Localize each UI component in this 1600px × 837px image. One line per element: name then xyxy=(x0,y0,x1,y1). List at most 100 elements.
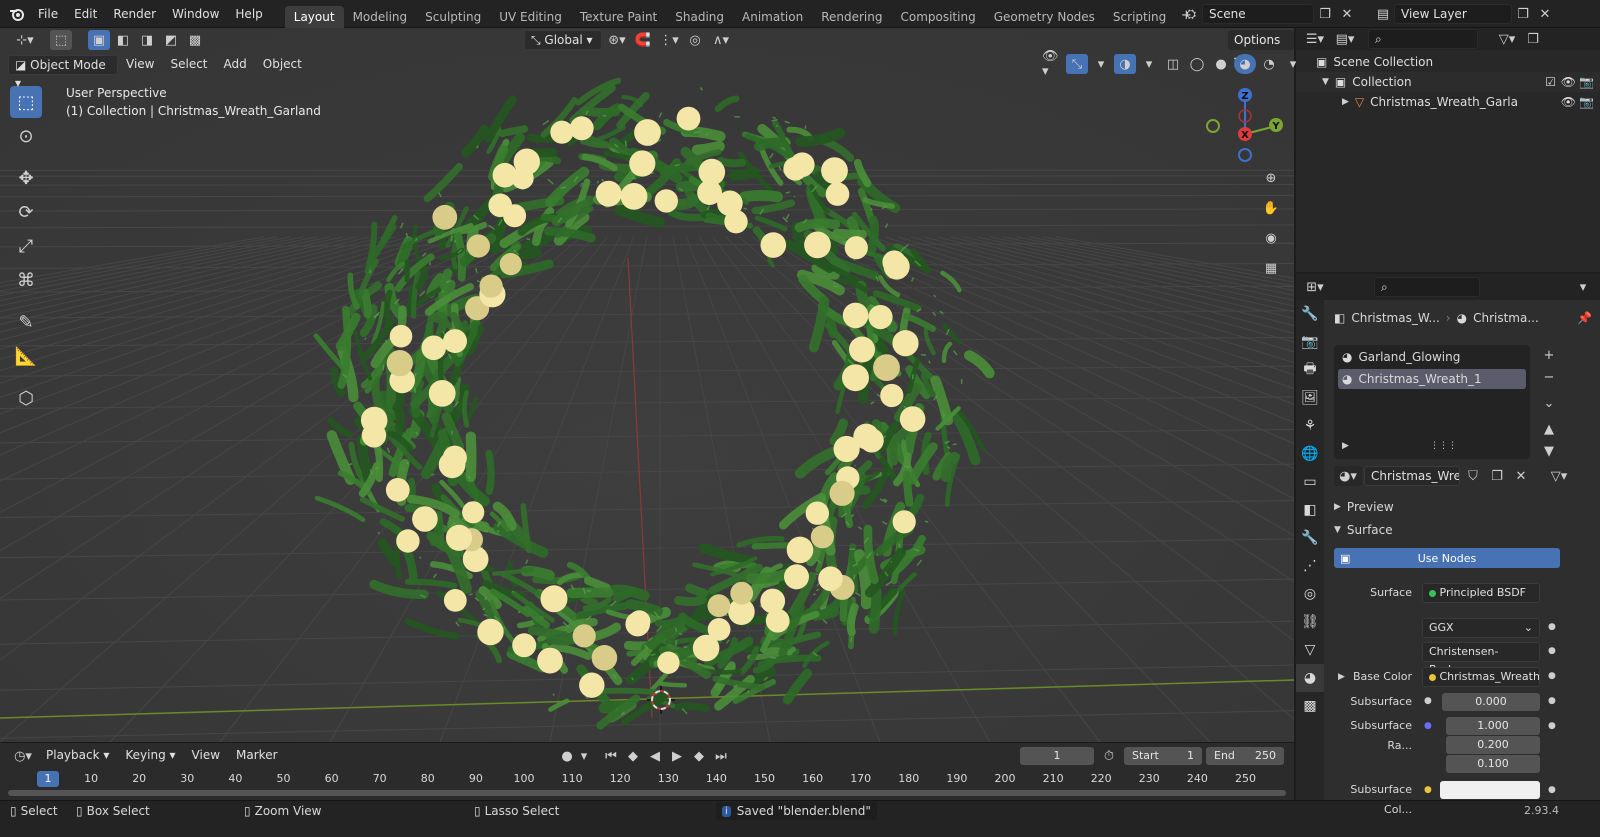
jump-end-icon[interactable]: ⏭ xyxy=(710,746,732,766)
texture-tab-icon[interactable]: ▩ xyxy=(1296,692,1324,720)
play-reverse-icon[interactable]: ◀ xyxy=(644,746,666,766)
viewport-menu-add[interactable]: Add xyxy=(216,51,255,79)
tab-scripting[interactable]: Scripting xyxy=(1104,6,1175,28)
collection-camera-icon[interactable]: 📷 xyxy=(1579,72,1594,92)
viewport-menu-select[interactable]: Select xyxy=(162,51,215,79)
slot-specials-icon[interactable]: ⌄ xyxy=(1538,393,1560,413)
gizmo-toggle-icon[interactable]: ⤡ xyxy=(1066,54,1088,74)
base-color-field[interactable]: Christmas_Wreath... xyxy=(1422,667,1540,687)
tab-layout[interactable]: Layout xyxy=(284,5,344,28)
tab-compositing[interactable]: Compositing xyxy=(891,6,984,28)
tab-animation[interactable]: Animation xyxy=(733,6,812,28)
add-slot-icon[interactable]: + xyxy=(1538,345,1560,365)
constraints-tab-icon[interactable]: ⛓ xyxy=(1296,608,1324,636)
subsurface-color-swatch[interactable] xyxy=(1440,781,1540,799)
outliner-scene-collection[interactable]: ▣ Scene Collection xyxy=(1296,52,1600,72)
material-link-icon[interactable]: ▽▾ xyxy=(1544,466,1574,486)
orientation-dropdown[interactable]: ⤡ Global ▾ xyxy=(524,30,602,50)
display-mode-icon[interactable]: ▤▾ xyxy=(1330,29,1360,49)
blender-logo-icon[interactable] xyxy=(4,4,30,24)
start-frame-field[interactable]: Start 1 xyxy=(1124,747,1202,765)
collection-eye-icon[interactable]: 👁 xyxy=(1561,72,1576,92)
select-invert-icon[interactable]: ◩ xyxy=(160,30,182,50)
tab-uv-editing[interactable]: UV Editing xyxy=(490,6,571,28)
annotate-tool-icon[interactable]: ✎ xyxy=(10,306,42,338)
select-new-icon[interactable]: ▣ xyxy=(88,30,110,50)
world-tab-icon[interactable]: 🌐 xyxy=(1296,440,1324,468)
timeline-menu-playback[interactable]: Playback ▾ xyxy=(38,742,117,770)
viewport-menu-object[interactable]: Object xyxy=(255,51,310,79)
next-keyframe-icon[interactable]: ◆ xyxy=(688,746,710,766)
cursor-tool-icon[interactable]: ⊙ xyxy=(10,120,42,152)
overlay-menu-icon[interactable]: ▾ xyxy=(1138,54,1160,74)
move-slot-down-icon[interactable]: ▼ xyxy=(1538,441,1560,461)
distribution-dropdown[interactable]: GGX ⌄ xyxy=(1422,618,1540,638)
prev-keyframe-icon[interactable]: ◆ xyxy=(622,746,644,766)
end-frame-field[interactable]: End 250 xyxy=(1206,747,1284,765)
vector-socket-icon[interactable]: ● xyxy=(1424,721,1432,731)
properties-editor-icon[interactable]: ⊞▾ xyxy=(1300,277,1330,297)
record-menu-icon[interactable]: ▾ xyxy=(578,746,590,766)
new-view-layer-icon[interactable]: ❐ xyxy=(1512,4,1534,24)
pivot-icon[interactable]: ⊛▾ xyxy=(606,30,628,50)
move-tool-icon[interactable]: ✥ xyxy=(10,162,42,194)
add-cube-tool-icon[interactable]: ⬡ xyxy=(10,382,42,414)
overlay-toggle-icon[interactable]: ◑ xyxy=(1114,54,1136,74)
move-slot-up-icon[interactable]: ▲ xyxy=(1538,419,1560,439)
active-tool-icon[interactable]: ⬚ xyxy=(50,30,72,50)
material-slot-0[interactable]: ◕ Garland_Glowing xyxy=(1338,347,1526,367)
stopwatch-icon[interactable]: ⏱ xyxy=(1098,746,1120,766)
menu-file[interactable]: File xyxy=(30,0,66,28)
current-frame-marker[interactable]: 1 xyxy=(37,771,59,787)
list-resize-handle[interactable]: ⋮⋮⋮ xyxy=(1430,441,1457,451)
timeline-menu-keying[interactable]: Keying ▾ xyxy=(117,742,183,770)
measure-tool-icon[interactable]: 📐 xyxy=(10,340,42,372)
view-layer-field[interactable]: View Layer xyxy=(1394,4,1512,24)
properties-options-icon[interactable]: ▾ xyxy=(1572,277,1594,297)
tool-tab-icon[interactable]: 🔧 xyxy=(1296,300,1324,328)
subsurface-method-keyframe-icon[interactable]: ● xyxy=(1548,646,1556,656)
tab-shading[interactable]: Shading xyxy=(666,6,733,28)
timeline-editor-icon[interactable]: ◷▾ xyxy=(8,746,38,766)
subsurface-keyframe-icon[interactable]: ● xyxy=(1548,696,1556,706)
subsurface-value-field[interactable]: 0.000 xyxy=(1442,693,1540,711)
select-extend-icon[interactable]: ◧ xyxy=(112,30,134,50)
options-dropdown[interactable]: Options ▾ xyxy=(1228,30,1294,67)
timeline-menu-marker[interactable]: Marker xyxy=(228,742,285,770)
material-name-field[interactable]: Christmas_Wrea... xyxy=(1364,466,1460,486)
subsurface-color-keyframe-icon[interactable]: ● xyxy=(1548,785,1556,795)
pan-hand-icon[interactable]: ✋ xyxy=(1259,196,1283,220)
view-layer-tab-icon[interactable]: 🖼 xyxy=(1296,384,1324,412)
scene-tab-icon[interactable]: ⚘ xyxy=(1296,412,1324,440)
base-color-keyframe-icon[interactable]: ● xyxy=(1548,671,1556,681)
material-shading-icon[interactable]: ◕ xyxy=(1234,54,1256,74)
scale-tool-icon[interactable]: ⤢ xyxy=(10,230,42,262)
scene-icon[interactable]: ⛭ xyxy=(1180,4,1202,24)
delete-view-layer-icon[interactable]: ✕ xyxy=(1534,4,1556,24)
properties-search-input[interactable]: ⌕ xyxy=(1374,277,1480,297)
visibility-eye-icon[interactable]: 👁▾ xyxy=(1042,49,1064,79)
snap-target-icon[interactable]: ⋮▾ xyxy=(658,30,680,50)
menu-window[interactable]: Window xyxy=(164,0,227,28)
viewport-menu-view[interactable]: View xyxy=(118,51,162,79)
jump-start-icon[interactable]: ⏮ xyxy=(600,746,622,766)
material-slot-1[interactable]: ◕ Christmas_Wreath_1 xyxy=(1338,369,1526,389)
list-expand-icon[interactable]: ▶ xyxy=(1342,441,1349,451)
view-layer-icon[interactable]: ▤ xyxy=(1372,4,1394,24)
material-tab-icon[interactable]: ◕ xyxy=(1296,664,1324,692)
unlink-material-icon[interactable]: ✕ xyxy=(1510,466,1532,486)
subsurface-radius-y[interactable]: 0.200 xyxy=(1446,736,1540,754)
rendered-shading-icon[interactable]: ◔ xyxy=(1258,54,1280,74)
solid-shading-icon[interactable]: ● xyxy=(1210,54,1232,74)
mode-dropdown[interactable]: ◪ Object Mode ▾ xyxy=(8,55,118,90)
subsurface-socket-icon[interactable]: ● xyxy=(1424,696,1432,706)
wireframe-shading-icon[interactable]: ◯ xyxy=(1186,54,1208,74)
output-tab-icon[interactable]: 🖶 xyxy=(1296,356,1324,384)
filter-icon[interactable]: ▽▾ xyxy=(1492,29,1522,49)
object-eye-icon[interactable]: 👁 xyxy=(1561,92,1576,112)
fake-user-icon[interactable]: ⛉ xyxy=(1462,466,1484,486)
tab-sculpting[interactable]: Sculpting xyxy=(416,6,490,28)
subsurface-radius-z[interactable]: 0.100 xyxy=(1446,755,1540,773)
frame-ruler[interactable]: 1 10 20 30 40 50 60 70 80 90 100 110 120 130 140 150 160… xyxy=(0,769,1294,789)
physics-tab-icon[interactable]: ◎ xyxy=(1296,580,1324,608)
